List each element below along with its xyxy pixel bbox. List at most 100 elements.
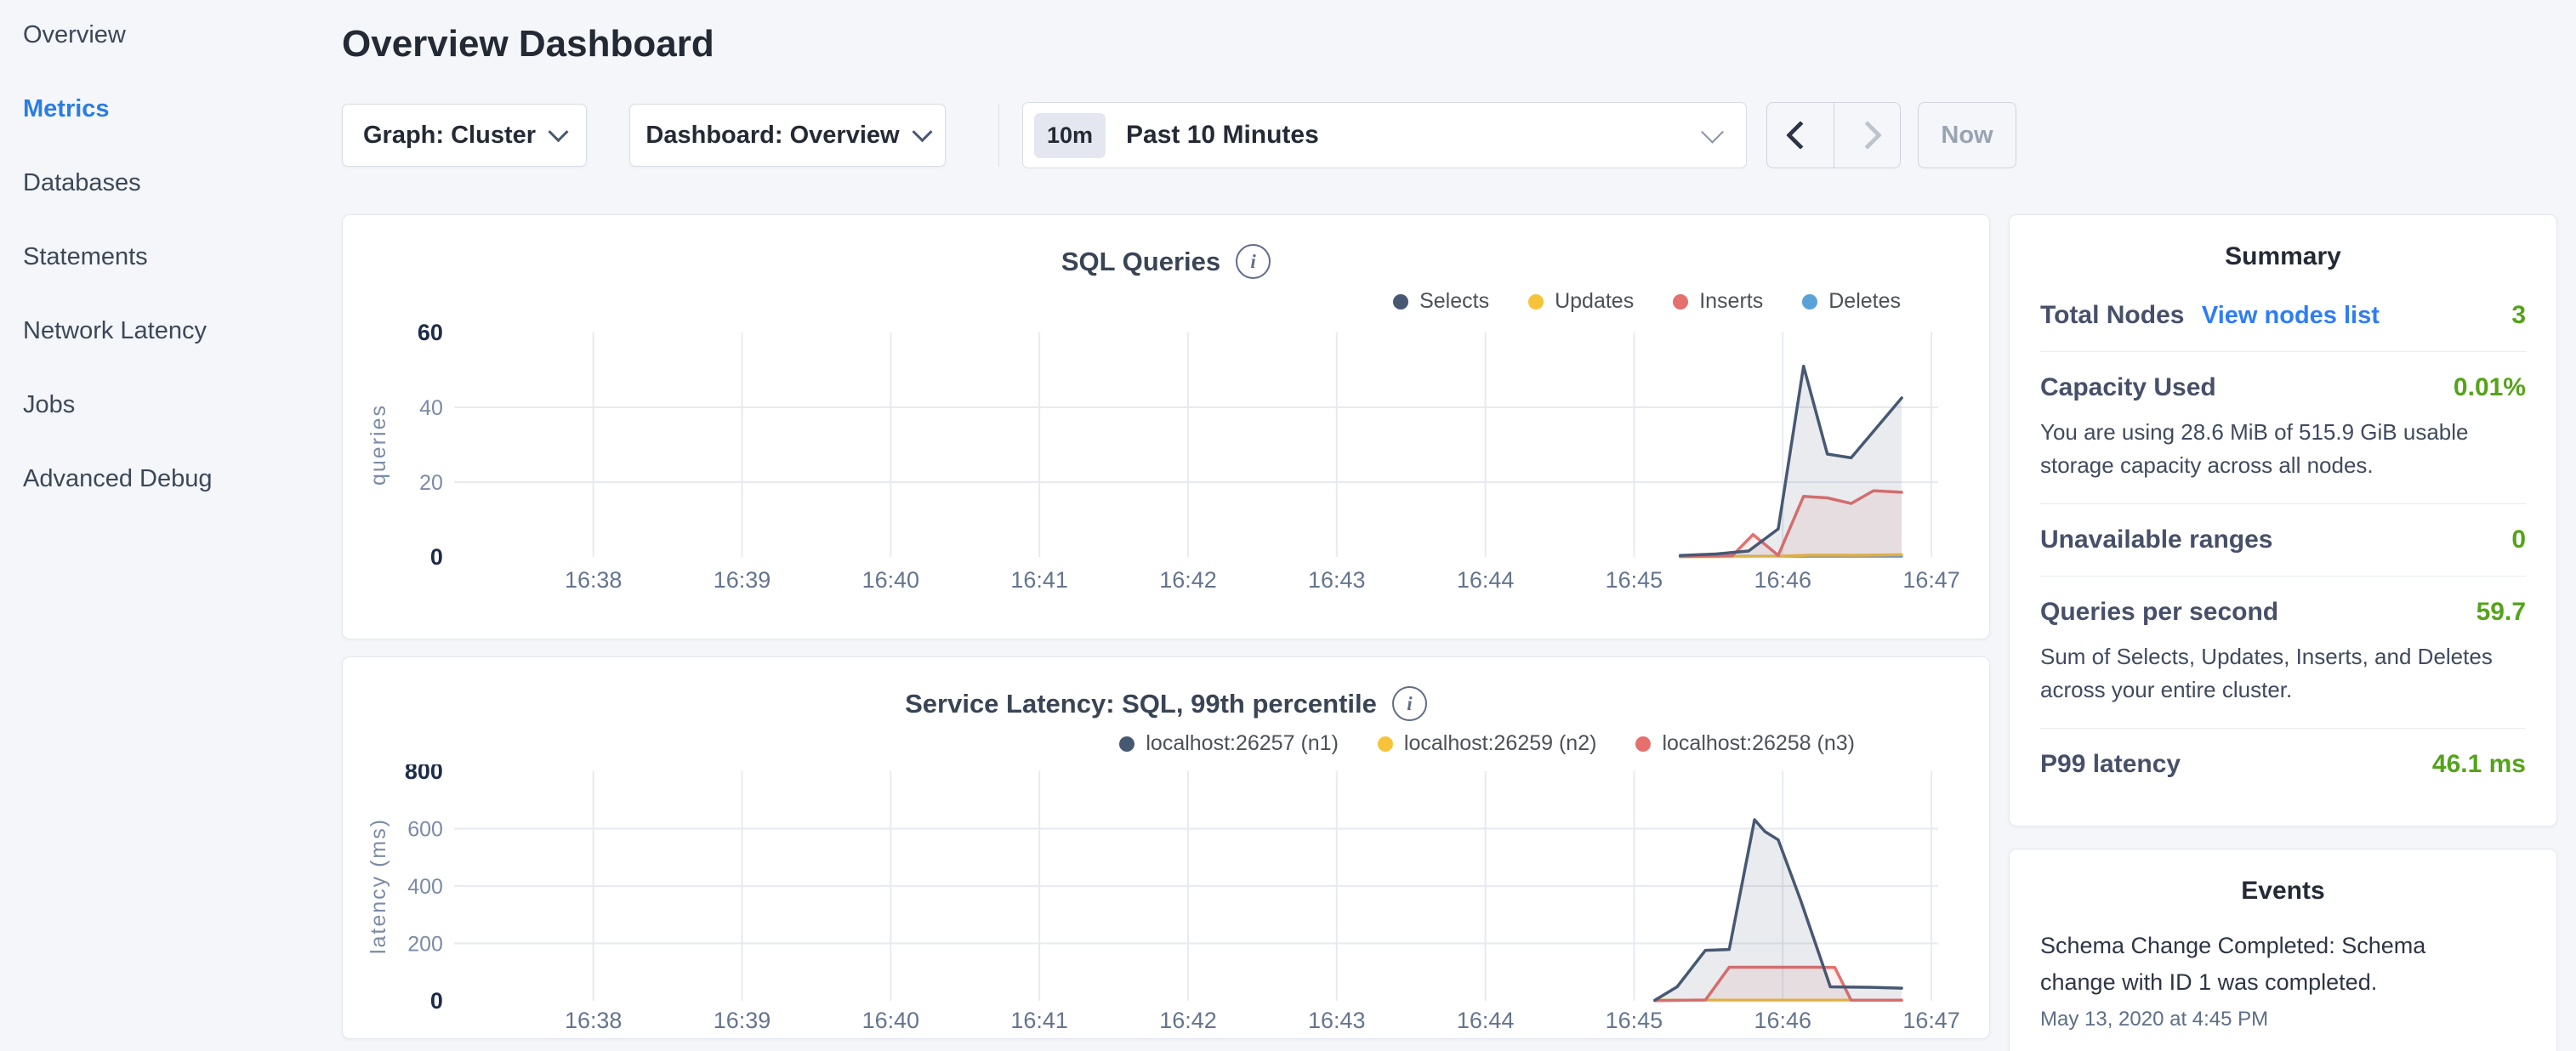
chart-legend: Selects Updates Inserts Deletes bbox=[343, 289, 1989, 314]
legend-item-localhost-26259-n2[interactable]: localhost:26259 (n2) bbox=[1378, 731, 1597, 756]
chart-title-sql-queries: SQL Queries i bbox=[343, 244, 1989, 279]
legend-label: localhost:26257 (n1) bbox=[1146, 731, 1339, 756]
time-window-selector[interactable]: 10m Past 10 Minutes bbox=[1022, 102, 1747, 168]
service-latency-chart-card: Service Latency: SQL, 99th percentile i … bbox=[342, 656, 1990, 1039]
p99-latency-value: 46.1 ms bbox=[2432, 750, 2526, 779]
chart-title-text: Service Latency: SQL, 99th percentile bbox=[905, 689, 1377, 719]
sidebar-item-metrics[interactable]: Metrics bbox=[23, 94, 340, 123]
capacity-used-value: 0.01% bbox=[2454, 373, 2526, 402]
time-window-badge: 10m bbox=[1034, 113, 1106, 158]
controls-bar: Graph: Cluster Dashboard: Overview 10m P… bbox=[342, 102, 2557, 168]
capacity-used-description: You are using 28.6 MiB of 515.9 GiB usab… bbox=[2040, 416, 2526, 482]
x-axis-tick-label: 16:45 bbox=[1606, 567, 1663, 593]
x-axis-tick-label: 16:42 bbox=[1159, 567, 1216, 593]
y-axis-tick-label: 400 bbox=[407, 875, 443, 899]
controls-divider bbox=[998, 104, 999, 167]
x-axis-tick-label: 16:38 bbox=[565, 1008, 622, 1033]
view-nodes-list-link[interactable]: View nodes list bbox=[2202, 302, 2380, 329]
x-axis-tick-label: 16:43 bbox=[1308, 1008, 1365, 1033]
y-axis-label: queries bbox=[367, 404, 390, 486]
legend-item-localhost-26257-n1[interactable]: localhost:26257 (n1) bbox=[1119, 731, 1339, 756]
main-content: Overview Dashboard Graph: Cluster Dashbo… bbox=[340, 0, 2576, 1051]
unavailable-ranges-value: 0 bbox=[2511, 526, 2526, 554]
capacity-used-label: Capacity Used bbox=[2040, 373, 2216, 402]
x-axis-tick-label: 16:46 bbox=[1754, 1008, 1811, 1033]
y-axis-tick-label: 20 bbox=[419, 471, 443, 495]
qps-description: Sum of Selects, Updates, Inserts, and De… bbox=[2040, 640, 2526, 707]
legend-dot bbox=[1802, 294, 1817, 310]
info-icon[interactable]: i bbox=[1236, 244, 1271, 279]
x-axis-tick-label: 16:41 bbox=[1010, 567, 1067, 593]
summary-panel: Summary Total Nodes View nodes list 3 bbox=[2009, 214, 2557, 827]
series-area-localhost-26257-n1 bbox=[1655, 820, 1902, 1001]
sidebar-item-statements[interactable]: Statements bbox=[23, 242, 340, 271]
now-button[interactable]: Now bbox=[1918, 102, 2016, 168]
event-message: Schema Change Completed: Schema change w… bbox=[2040, 928, 2440, 1001]
qps-value: 59.7 bbox=[2476, 598, 2526, 627]
graph-scope-dropdown[interactable]: Graph: Cluster bbox=[342, 104, 587, 167]
summary-row-capacity: Capacity Used 0.01% You are using 28.6 M… bbox=[2040, 352, 2526, 504]
x-axis-tick-label: 16:43 bbox=[1308, 567, 1365, 593]
legend-item-updates[interactable]: Updates bbox=[1528, 289, 1634, 314]
legend-label: Deletes bbox=[1828, 289, 1901, 314]
sql-queries-chart[interactable]: 16:38 16:39 16:40 16:41 16:42 16:43 16:44 16:45… bbox=[343, 322, 1989, 603]
x-axis-tick-label: 16:45 bbox=[1606, 1008, 1663, 1033]
legend-label: localhost:26258 (n3) bbox=[1662, 731, 1855, 756]
charts-column: SQL Queries i Selects Updates Inserts Delet… bbox=[342, 214, 1990, 1039]
chart-title-service-latency: Service Latency: SQL, 99th percentile i bbox=[343, 686, 1989, 721]
summary-panel-title: Summary bbox=[2040, 242, 2526, 271]
time-window-label: Past 10 Minutes bbox=[1126, 121, 1684, 150]
info-icon[interactable]: i bbox=[1392, 686, 1427, 721]
events-panel: Events Schema Change Completed: Schema c… bbox=[2009, 849, 2557, 1051]
x-axis-tick-label: 16:38 bbox=[565, 567, 622, 593]
right-column: Summary Total Nodes View nodes list 3 bbox=[2009, 214, 2557, 1051]
x-axis-tick-label: 16:44 bbox=[1457, 567, 1514, 593]
sidebar-item-network-latency[interactable]: Network Latency bbox=[23, 316, 340, 345]
x-axis-tick-label: 16:40 bbox=[862, 567, 919, 593]
chevron-down-icon bbox=[912, 122, 932, 142]
graph-scope-dropdown-label: Graph: Cluster bbox=[363, 122, 536, 150]
chart-legend: localhost:26257 (n1) localhost:26259 (n2)… bbox=[343, 731, 1989, 756]
y-axis-tick-label: 40 bbox=[419, 396, 443, 420]
total-nodes-value: 3 bbox=[2511, 301, 2526, 330]
x-axis-tick-label: 16:44 bbox=[1457, 1008, 1514, 1033]
sidebar-item-overview[interactable]: Overview bbox=[23, 20, 340, 49]
legend-dot bbox=[1673, 294, 1688, 310]
sidebar-item-advanced-debug[interactable]: Advanced Debug bbox=[23, 464, 340, 493]
page-title: Overview Dashboard bbox=[342, 22, 2557, 66]
dashboard-content: SQL Queries i Selects Updates Inserts Delet… bbox=[342, 214, 2557, 1051]
legend-item-selects[interactable]: Selects bbox=[1393, 289, 1489, 314]
legend-item-inserts[interactable]: Inserts bbox=[1673, 289, 1763, 314]
event-item[interactable]: Schema Change Completed: Schema change w… bbox=[2040, 928, 2526, 1031]
sidebar-item-databases[interactable]: Databases bbox=[23, 168, 340, 197]
chevron-right-icon bbox=[1853, 121, 1882, 150]
y-axis-tick-label: 800 bbox=[405, 764, 443, 784]
dashboard-dropdown[interactable]: Dashboard: Overview bbox=[629, 104, 946, 167]
time-forward-button[interactable] bbox=[1834, 103, 1900, 168]
y-axis-tick-label: 200 bbox=[407, 932, 443, 956]
time-backward-button[interactable] bbox=[1767, 103, 1834, 168]
x-axis-tick-label: 16:47 bbox=[1902, 567, 1959, 593]
x-axis-tick-label: 16:47 bbox=[1902, 1008, 1959, 1033]
x-axis-tick-label: 16:40 bbox=[862, 1008, 919, 1033]
chevron-left-icon bbox=[1786, 121, 1815, 150]
service-latency-chart[interactable]: 16:3816:3916:4016:4116:4216:4316:4416:45… bbox=[343, 764, 1989, 1039]
legend-item-localhost-26258-n3[interactable]: localhost:26258 (n3) bbox=[1635, 731, 1855, 756]
chevron-down-icon bbox=[1701, 120, 1724, 143]
unavailable-ranges-label: Unavailable ranges bbox=[2040, 526, 2272, 554]
y-axis-tick-label: 0 bbox=[430, 544, 443, 570]
legend-dot bbox=[1393, 294, 1408, 310]
sidebar-item-jobs[interactable]: Jobs bbox=[23, 390, 340, 419]
qps-label: Queries per second bbox=[2040, 598, 2278, 627]
dashboard-dropdown-label: Dashboard: Overview bbox=[645, 122, 899, 150]
time-pager bbox=[1766, 102, 1901, 168]
page: Overview Metrics Databases Statements Ne… bbox=[0, 0, 2576, 1051]
summary-row-p99: P99 latency 46.1 ms bbox=[2040, 729, 2526, 800]
legend-item-deletes[interactable]: Deletes bbox=[1802, 289, 1901, 314]
x-axis-tick-label: 16:46 bbox=[1754, 567, 1811, 593]
x-axis-tick-label: 16:39 bbox=[714, 567, 771, 593]
legend-dot bbox=[1528, 294, 1544, 310]
y-axis-tick-label: 60 bbox=[418, 322, 443, 345]
legend-label: Inserts bbox=[1699, 289, 1763, 314]
summary-row-qps: Queries per second 59.7 Sum of Selects, … bbox=[2040, 577, 2526, 729]
